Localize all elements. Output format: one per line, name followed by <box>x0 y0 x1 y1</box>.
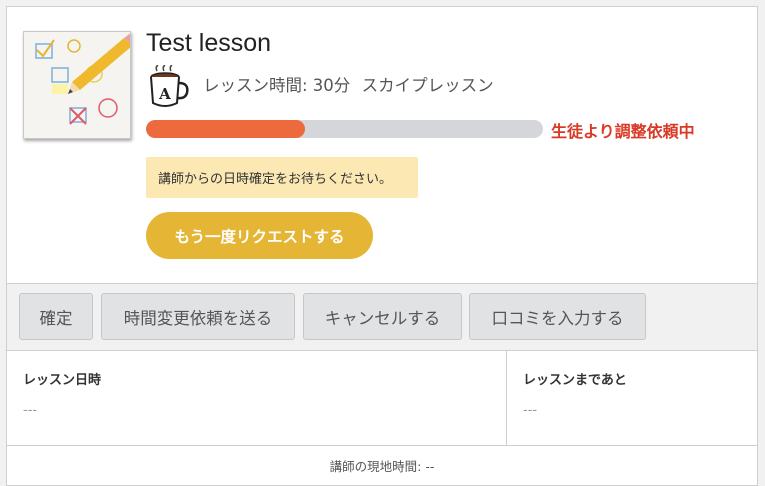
lesson-info: レッスン日時 --- レッスンまであと --- <box>7 351 757 445</box>
lesson-summary: Test lesson A レッスン時間: 30分 スカイプレッスン 生徒より調… <box>7 7 757 283</box>
status-progress-fill <box>146 120 305 138</box>
countdown-cell: レッスンまであと --- <box>507 351 757 445</box>
lesson-title: Test lesson <box>146 29 272 57</box>
write-review-button[interactable]: 口コミを入力する <box>469 293 646 340</box>
lesson-datetime-cell: レッスン日時 --- <box>7 351 507 445</box>
lesson-duration: レッスン時間: 30分 <box>203 76 351 95</box>
lesson-datetime-label: レッスン日時 <box>23 373 102 388</box>
request-time-change-button[interactable]: 時間変更依頼を送る <box>101 293 295 340</box>
status-progress-bar <box>146 120 543 138</box>
mug-letter: A <box>158 85 171 103</box>
lesson-type: スカイプレッスン <box>361 76 494 95</box>
countdown-label: レッスンまであと <box>523 373 627 388</box>
status-label: 生徒より調整依頼中 <box>551 122 695 141</box>
notice-message: 講師からの日時確定をお待ちください。 <box>146 157 418 198</box>
checklist-pencil-icon <box>23 31 131 139</box>
lesson-datetime-value: --- <box>23 403 38 418</box>
lesson-card: Test lesson A レッスン時間: 30分 スカイプレッスン 生徒より調… <box>6 6 758 486</box>
teacher-local-time: 講師の現地時間: -- <box>7 445 757 485</box>
confirm-button[interactable]: 確定 <box>19 293 93 340</box>
request-again-button[interactable]: もう一度リクエストする <box>146 212 373 259</box>
coffee-mug-icon: A <box>147 64 193 111</box>
cancel-button[interactable]: キャンセルする <box>303 293 462 340</box>
lesson-meta: レッスン時間: 30分 スカイプレッスン <box>203 72 500 96</box>
countdown-value: --- <box>523 403 538 418</box>
action-bar: 確定 時間変更依頼を送る キャンセルする 口コミを入力する <box>7 283 757 351</box>
